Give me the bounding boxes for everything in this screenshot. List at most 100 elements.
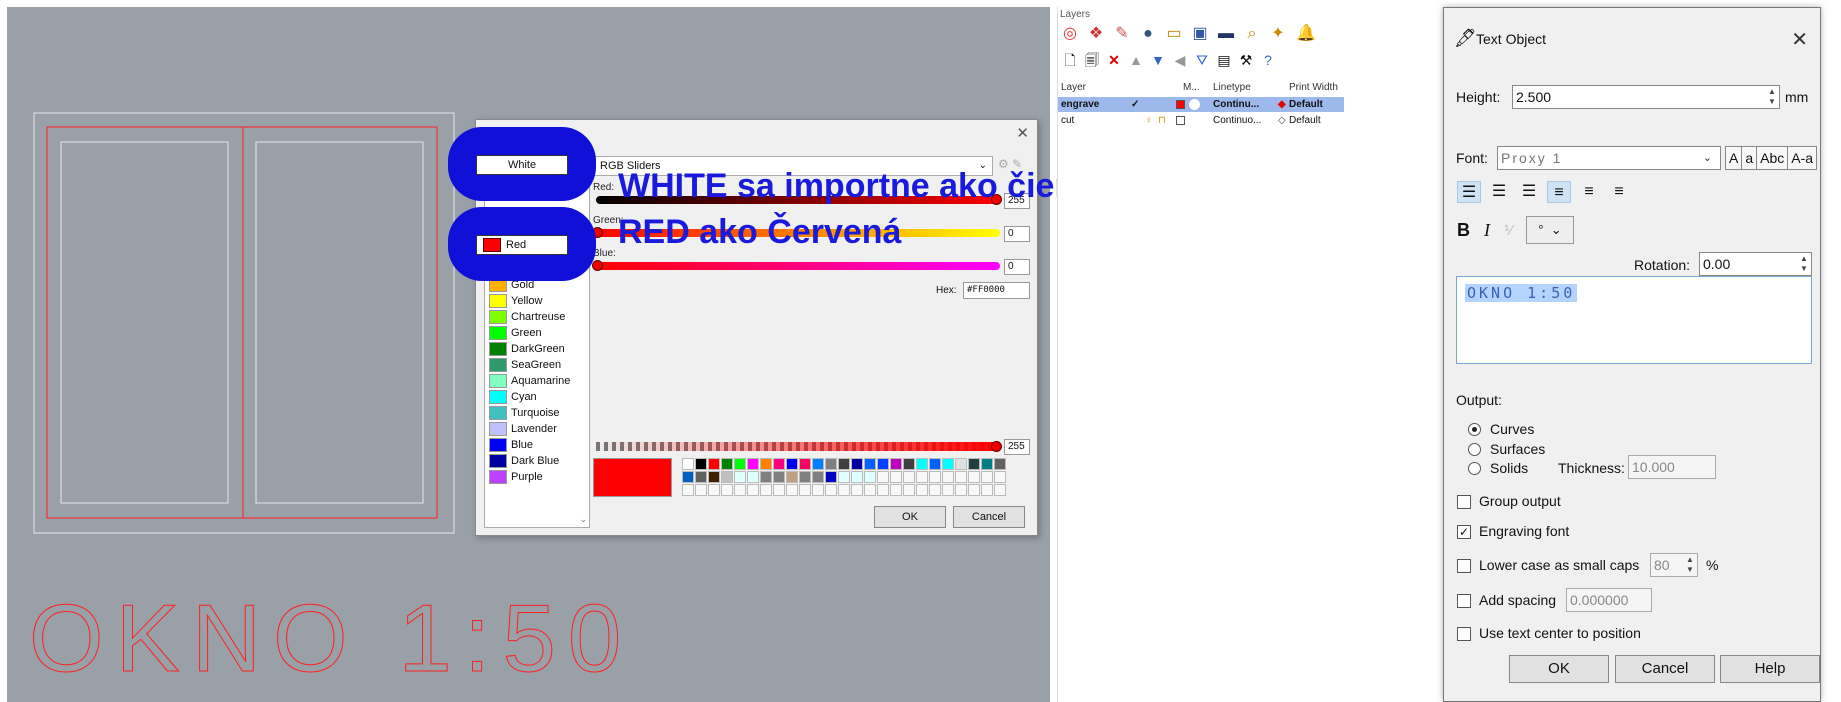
help-icon[interactable]: ?	[1260, 51, 1276, 69]
palette-swatch[interactable]	[903, 458, 915, 470]
palette-swatch[interactable]	[994, 471, 1006, 483]
engraving-font-checkbox[interactable]: ✓	[1457, 525, 1471, 539]
titlecase-button[interactable]: Abc	[1756, 146, 1789, 170]
print-color-diamond-icon[interactable]: ◇	[1278, 113, 1286, 128]
palette-swatch[interactable]	[929, 484, 941, 496]
palette-swatch[interactable]	[929, 458, 941, 470]
palette-swatch[interactable]	[955, 484, 967, 496]
symbol-select[interactable]: ° ⌄	[1525, 216, 1574, 244]
palette-swatch[interactable]	[773, 458, 785, 470]
thickness-field[interactable]: 10.000	[1628, 455, 1716, 479]
cancel-button[interactable]: Cancel	[1615, 655, 1715, 683]
palette-swatch[interactable]	[799, 471, 811, 483]
move-left-icon[interactable]: ◀	[1172, 51, 1188, 69]
new-layer-icon[interactable]: 🗋	[1062, 51, 1078, 69]
palette-swatch[interactable]	[838, 458, 850, 470]
palette-swatch[interactable]	[903, 484, 915, 496]
palette-swatch[interactable]	[825, 458, 837, 470]
palette-swatch[interactable]	[760, 458, 772, 470]
lower-case-checkbox[interactable]	[1457, 559, 1471, 573]
palette-swatch[interactable]	[890, 471, 902, 483]
palette-swatch[interactable]	[890, 458, 902, 470]
palette-swatch[interactable]	[929, 471, 941, 483]
palette-swatch[interactable]	[851, 471, 863, 483]
color-list-item[interactable]: DarkGreen	[485, 341, 589, 357]
color-list-item[interactable]: Blue	[485, 437, 589, 453]
italic-button[interactable]: I	[1484, 220, 1490, 241]
palette-swatch[interactable]	[942, 471, 954, 483]
palette-swatch[interactable]	[994, 458, 1006, 470]
align-top-icon[interactable]: ≡	[1547, 181, 1571, 203]
add-spacing-checkbox[interactable]	[1457, 594, 1471, 608]
palette-swatch[interactable]	[981, 471, 993, 483]
palette-swatch[interactable]	[786, 484, 798, 496]
green-value-field[interactable]: 0	[1004, 226, 1030, 242]
palette-swatch[interactable]	[799, 458, 811, 470]
align-left-icon[interactable]: ☰	[1457, 181, 1481, 203]
close-icon[interactable]: ✕	[1791, 27, 1808, 52]
hex-field[interactable]: #FF0000	[963, 282, 1030, 299]
layers-tab-icon[interactable]: ❖	[1088, 25, 1104, 43]
color-list-item[interactable]: Dark Blue	[485, 453, 589, 469]
palette-swatch[interactable]	[916, 458, 928, 470]
group-output-checkbox[interactable]	[1457, 495, 1471, 509]
color-palette-grid[interactable]	[682, 458, 1006, 496]
palette-swatch[interactable]	[682, 471, 694, 483]
palette-swatch[interactable]	[916, 471, 928, 483]
palette-swatch[interactable]	[851, 484, 863, 496]
palette-swatch[interactable]	[981, 484, 993, 496]
light-icon[interactable]: ✦	[1270, 25, 1286, 43]
layer-states-icon[interactable]: ▤	[1216, 51, 1232, 69]
palette-swatch[interactable]	[695, 471, 707, 483]
lightbulb-icon[interactable]: ♀	[1145, 113, 1153, 128]
layer-print-width[interactable]: Default	[1289, 97, 1323, 112]
small-caps-percent-field[interactable]: 80 ▲ ▼	[1650, 553, 1698, 577]
palette-swatch[interactable]	[994, 484, 1006, 496]
palette-swatch[interactable]	[955, 471, 967, 483]
color-list-item[interactable]: Lavender	[485, 421, 589, 437]
font-select[interactable]: Proxy 1 ⌄	[1497, 146, 1721, 170]
palette-swatch[interactable]	[981, 458, 993, 470]
cancel-button[interactable]: Cancel	[953, 506, 1025, 528]
material-sphere-icon[interactable]	[1189, 99, 1200, 110]
output-surfaces-radio[interactable]	[1468, 443, 1481, 456]
palette-swatch[interactable]	[708, 484, 720, 496]
blue-slider[interactable]	[596, 262, 1000, 270]
lowercase-button[interactable]: a	[1741, 146, 1758, 170]
new-sublayer-icon[interactable]: 🗐	[1084, 51, 1100, 69]
palette-swatch[interactable]	[942, 484, 954, 496]
scroll-down-icon[interactable]: ⌄	[579, 514, 587, 525]
palette-swatch[interactable]	[916, 484, 928, 496]
palette-swatch[interactable]	[968, 484, 980, 496]
palette-swatch[interactable]	[838, 484, 850, 496]
color-list-item[interactable]: Cyan	[485, 389, 589, 405]
palette-swatch[interactable]	[695, 458, 707, 470]
rotation-spinner-icon[interactable]: ▲ ▼	[1798, 254, 1810, 274]
palette-swatch[interactable]	[773, 484, 785, 496]
palette-swatch[interactable]	[812, 458, 824, 470]
blue-value-field[interactable]: 0	[1004, 259, 1030, 275]
rotation-field[interactable]: 0.00 ▲ ▼	[1699, 252, 1812, 276]
brush-icon[interactable]: ✎	[1114, 25, 1130, 43]
layer-linetype[interactable]: Continuo...	[1213, 113, 1261, 128]
color-list-item[interactable]: Yellow	[485, 293, 589, 309]
notification-icon[interactable]: 🔔	[1296, 25, 1316, 43]
color-list-item[interactable]: Turquoise	[485, 405, 589, 421]
text-center-checkbox[interactable]	[1457, 627, 1471, 641]
alpha-value-field[interactable]: 255	[1004, 439, 1030, 455]
palette-swatch[interactable]	[877, 471, 889, 483]
align-center-icon[interactable]: ☰	[1487, 181, 1511, 203]
ok-button[interactable]: OK	[1509, 655, 1609, 683]
palette-swatch[interactable]	[942, 458, 954, 470]
named-view-icon[interactable]: ▣	[1192, 25, 1208, 43]
layer-print-width[interactable]: Default	[1289, 113, 1321, 128]
filter-icon[interactable]: ⛛	[1194, 51, 1210, 69]
palette-swatch[interactable]	[890, 484, 902, 496]
fraction-icon[interactable]: ⅟	[1504, 222, 1512, 239]
print-color-diamond-icon[interactable]: ◆	[1278, 97, 1286, 112]
align-bottom-icon[interactable]: ≡	[1607, 181, 1631, 203]
color-list-item[interactable]: Aquamarine	[485, 373, 589, 389]
palette-swatch[interactable]	[877, 484, 889, 496]
palette-swatch[interactable]	[747, 458, 759, 470]
layer-color-swatch[interactable]	[1176, 116, 1185, 125]
